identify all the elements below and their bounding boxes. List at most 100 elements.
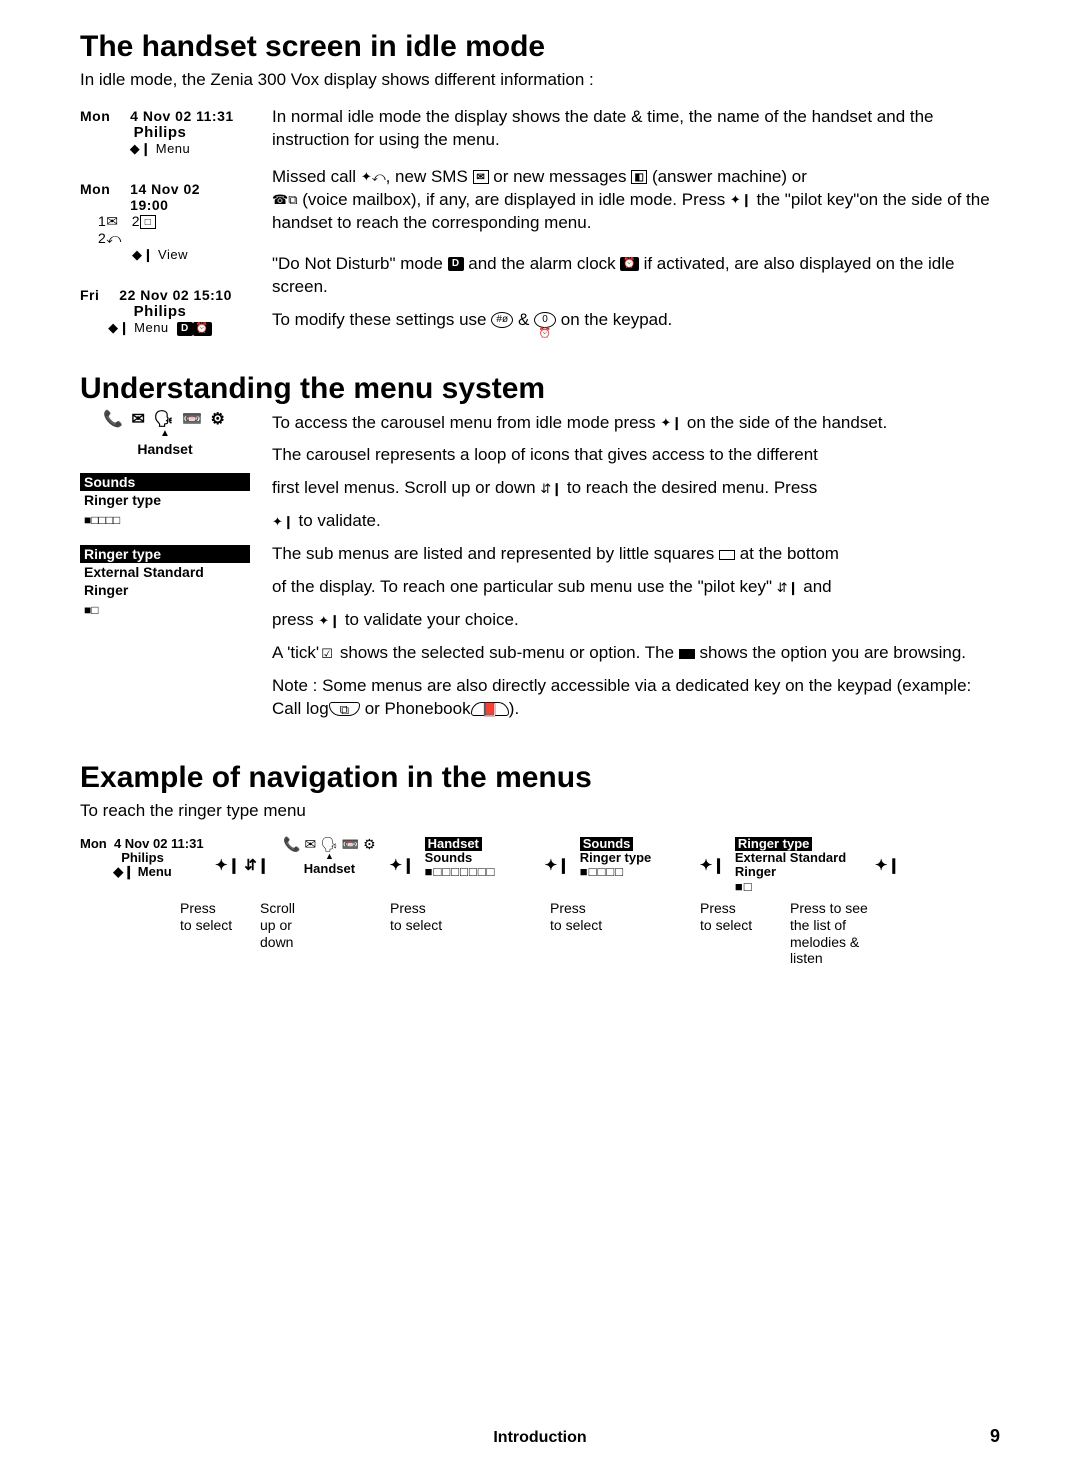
- missed-call-icon: ⤺: [106, 230, 121, 246]
- pilot-key-icon: ✦❙: [318, 614, 340, 628]
- t-mod-b: &: [513, 310, 534, 329]
- footer-title: Introduction: [0, 1429, 1080, 1447]
- phonebook-key-icon: 📕: [471, 702, 509, 716]
- alarm-mini-icon: ⏰: [193, 322, 212, 336]
- arrow-icon: ✦❙: [873, 856, 902, 874]
- t-mod-a: To modify these settings use: [272, 310, 491, 329]
- lcd-screen-missed: Mon 14 Nov 02 19:00 1✉ 2□ 2⤺ ◆❙ View: [80, 179, 240, 265]
- p-submenu-squares: The sub menus are listed and represented…: [272, 543, 1000, 566]
- menu-ringer-type: Ringer type External Standard Ringer ■□: [80, 545, 250, 619]
- pilot-key-icon: ✦❙: [730, 193, 752, 207]
- p-press-validate: press ✦❙ to validate your choice.: [272, 609, 1000, 632]
- lcd1-name: Philips: [80, 124, 240, 141]
- page-number: 9: [990, 1426, 1000, 1447]
- intro-idle-mode: In idle mode, the Zenia 300 Vox display …: [80, 70, 1000, 90]
- tape-icon: □: [140, 215, 156, 229]
- lcd3-day: Fri: [80, 287, 99, 303]
- lcd1-day: Mon: [80, 108, 110, 124]
- arrow-icon: ✦❙ ⇵❙: [213, 856, 271, 874]
- lcd2-hint: ◆❙ View: [80, 247, 240, 263]
- nav3-bar: Handset: [425, 837, 482, 851]
- nav5-dots: ■□: [735, 880, 865, 894]
- nav-step1: Mon 4 Nov 02 11:31 Philips ◆❙ Menu: [80, 837, 205, 880]
- dnd-icon: D: [448, 257, 464, 271]
- cap-press-3: Press to select: [550, 900, 630, 967]
- cap-press-4: Press to select: [700, 900, 780, 967]
- t2-1b: on the side of the handset.: [682, 413, 887, 432]
- t2-3a: first level menus. Scroll up or down: [272, 478, 540, 497]
- pilot-key-icon: ✦❙: [272, 515, 294, 529]
- arrow-icon: ✦❙: [698, 856, 727, 874]
- nav2-icons: 📞 ✉ 🗣 📼 ⚙: [279, 837, 379, 852]
- nav-step2: 📞 ✉ 🗣 📼 ⚙ ▲ Handset: [279, 837, 379, 877]
- lcd3-hint: ◆❙ Menu: [108, 320, 169, 335]
- cap-press-2: Press to select: [390, 900, 470, 967]
- nav2-label: Handset: [279, 862, 379, 876]
- scroll-key-icon: ⇵❙: [777, 581, 799, 595]
- heading-menu-system: Understanding the menu system: [80, 372, 1000, 406]
- nav-step4: Sounds Ringer type ■□□□□: [580, 837, 690, 880]
- t2-5a: The sub menus are listed and represented…: [272, 544, 719, 563]
- heading-idle-mode: The handset screen in idle mode: [80, 30, 1000, 64]
- lcd3-date: 22 Nov 02 15:10: [119, 287, 232, 303]
- dnd-mini-icon: D: [177, 322, 193, 336]
- nav1-date: 4 Nov 02 11:31: [114, 836, 204, 851]
- t2-8b: shows the selected sub-menu or option. T…: [335, 643, 679, 662]
- voice-mailbox-icon: ☎⧉: [272, 193, 297, 207]
- t2-6b: and: [799, 577, 832, 596]
- para-modify: To modify these settings use #ø & 0⏰ on …: [272, 309, 1000, 332]
- t2-9c: ).: [509, 699, 519, 718]
- carousel-label: Handset: [80, 441, 250, 457]
- t2-7a: press: [272, 610, 318, 629]
- t2-8a: A 'tick': [272, 643, 319, 662]
- menu-ringer-item2: Ringer: [80, 581, 250, 599]
- nav3-dots: ■□□□□□□□: [425, 865, 535, 879]
- nav4-dots: ■□□□□: [580, 865, 690, 879]
- pilot-key-icon: ✦❙: [660, 416, 682, 430]
- nav5-item1: External Standard: [735, 851, 865, 865]
- menu-ringer-item1: External Standard: [80, 563, 250, 581]
- carousel-screen: 📞 ✉ 🗣 📼 ⚙ ▲ Handset: [80, 412, 250, 457]
- nav4-item: Ringer type: [580, 851, 690, 865]
- para-dnd: "Do Not Disturb" mode D and the alarm cl…: [272, 253, 1000, 299]
- t2-7b: to validate your choice.: [340, 610, 519, 629]
- carousel-icons: 📞 ✉ 🗣 📼 ⚙: [80, 412, 250, 428]
- t-missed-c: or new messages: [489, 167, 632, 186]
- para-normal-idle: In normal idle mode the display shows th…: [272, 106, 1000, 152]
- key-zero-icon: 0⏰: [534, 312, 556, 328]
- intro-navigation: To reach the ringer type menu: [80, 801, 1000, 821]
- arrow-icon: ✦❙: [543, 856, 572, 874]
- scroll-key-icon: ⇵❙: [540, 482, 562, 496]
- nav1-hint: ◆❙ Menu: [80, 865, 205, 879]
- lcd2-day: Mon: [80, 181, 110, 213]
- lcd2-count-msg: 2: [132, 213, 140, 229]
- t2-6a: of the display. To reach one particular …: [272, 577, 777, 596]
- lcd3-name: Philips: [80, 303, 240, 320]
- tick-icon: ☑: [319, 647, 335, 661]
- answer-machine-icon: ◧: [631, 170, 647, 184]
- t2-4: to validate.: [294, 511, 381, 530]
- t-missed-b: , new SMS: [386, 167, 473, 186]
- call-log-key-icon: ⧉: [329, 702, 360, 716]
- cap-press-1: Press to select: [180, 900, 250, 967]
- t-missed-e: (voice mailbox), if any, are displayed i…: [297, 190, 729, 209]
- p-submenu-pilot: of the display. To reach one particular …: [272, 576, 1000, 599]
- nav1-name: Philips: [80, 851, 205, 865]
- alarm-clock-icon: ⏰: [620, 257, 638, 271]
- t-missed-a: Missed call: [272, 167, 361, 186]
- nav5-bar: Ringer type: [735, 837, 813, 851]
- p-first-level: first level menus. Scroll up or down ⇵❙ …: [272, 477, 1000, 500]
- nav4-bar: Sounds: [580, 837, 634, 851]
- para-missed-call: Missed call ✦⤺, new SMS ✉ or new message…: [272, 166, 1000, 235]
- lcd-screen-normal: Mon 4 Nov 02 11:31 Philips ◆❙ Menu: [80, 106, 240, 159]
- menu-sounds-dots: ■□□□□: [80, 511, 250, 529]
- lcd1-hint: ◆❙ Menu: [80, 141, 240, 157]
- key-hash-icon: #ø: [491, 312, 513, 328]
- p-carousel-access: To access the carousel menu from idle mo…: [272, 412, 1000, 435]
- mail-icon: ✉: [106, 213, 118, 229]
- p-tick: A 'tick'☑ shows the selected sub-menu or…: [272, 642, 1000, 665]
- heading-navigation-example: Example of navigation in the menus: [80, 761, 1000, 795]
- nav-step5: Ringer type External Standard Ringer ■□: [735, 837, 865, 894]
- filled-square-icon: [679, 649, 695, 659]
- nav3-item: Sounds: [425, 851, 535, 865]
